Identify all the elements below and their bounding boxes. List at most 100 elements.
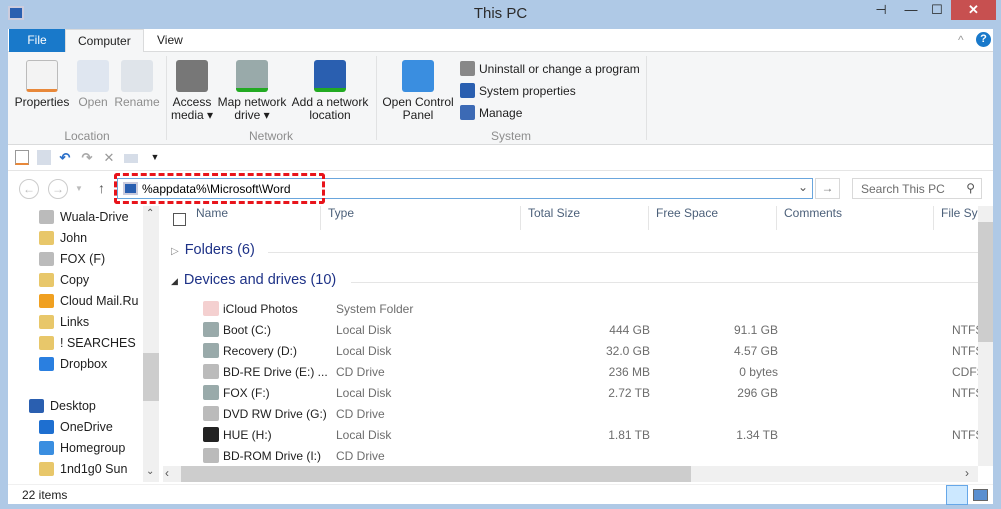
sidebar-item[interactable]: 1nd1g0 Sun bbox=[8, 458, 143, 479]
content-horizontal-scrollbar[interactable]: ‹ › bbox=[163, 466, 978, 482]
quick-access-toolbar: ↶ ↷ ✕ ▼ bbox=[8, 146, 993, 171]
drive-row[interactable]: HUE (H:) Local Disk 1.81 TB 1.34 TB NTFS bbox=[163, 424, 978, 445]
sidebar-item[interactable]: Dropbox bbox=[8, 353, 143, 374]
drive-row[interactable]: Recovery (D:) Local Disk 32.0 GB 4.57 GB… bbox=[163, 340, 978, 361]
tab-file[interactable]: File bbox=[9, 29, 65, 52]
drive-type: CD Drive bbox=[336, 407, 385, 421]
sidebar-item[interactable]: Desktop bbox=[8, 395, 143, 416]
rename-icon[interactable] bbox=[124, 154, 138, 163]
drive-name: BD-RE Drive (E:) ... bbox=[223, 365, 328, 379]
column-header[interactable]: Comments bbox=[784, 206, 842, 220]
scrollbar-thumb[interactable] bbox=[181, 466, 691, 482]
folder-icon bbox=[39, 314, 54, 329]
tab-view[interactable]: View bbox=[145, 29, 195, 52]
system-properties-button[interactable]: System properties bbox=[460, 83, 576, 98]
search-input[interactable]: Search This PC ⚲ bbox=[852, 178, 982, 199]
drive-row[interactable]: iCloud Photos System Folder bbox=[163, 298, 978, 319]
column-divider[interactable] bbox=[933, 206, 934, 230]
scroll-left-icon[interactable]: ‹ bbox=[165, 466, 169, 480]
collapse-ribbon-icon[interactable]: ^ bbox=[958, 33, 964, 47]
rename-button[interactable]: Rename bbox=[114, 60, 160, 109]
close-button[interactable]: ✕ bbox=[951, 0, 996, 20]
column-header[interactable]: Free Space bbox=[656, 206, 718, 220]
help-icon[interactable]: ? bbox=[976, 32, 991, 47]
drive-type: Local Disk bbox=[336, 428, 392, 442]
sidebar-item[interactable]: ! SEARCHES bbox=[8, 332, 143, 353]
drive-type: CD Drive bbox=[336, 365, 385, 379]
drive-row[interactable]: BD-ROM Drive (I:) CD Drive bbox=[163, 445, 978, 464]
collapse-icon[interactable]: ◢ bbox=[171, 276, 178, 286]
column-header[interactable]: Total Size bbox=[528, 206, 580, 220]
column-divider[interactable] bbox=[520, 206, 521, 230]
column-header[interactable]: Name bbox=[196, 206, 228, 220]
up-button[interactable]: ↑ bbox=[98, 180, 105, 196]
drive-row[interactable]: Boot (C:) Local Disk 444 GB 91.1 GB NTFS bbox=[163, 319, 978, 340]
delete-icon[interactable]: ✕ bbox=[102, 150, 116, 165]
total-size: 444 GB bbox=[609, 323, 650, 337]
rename-icon bbox=[121, 60, 153, 92]
manage-button[interactable]: Manage bbox=[460, 105, 522, 120]
add-network-location-button[interactable]: Add a network location bbox=[290, 60, 370, 122]
network-drive-icon bbox=[236, 60, 268, 92]
expand-icon[interactable]: ▷ bbox=[171, 246, 179, 257]
scroll-right-icon[interactable]: › bbox=[965, 466, 969, 480]
properties-button[interactable]: Properties bbox=[14, 60, 70, 109]
tab-computer[interactable]: Computer bbox=[65, 29, 144, 53]
pin-icon[interactable]: ⊣ bbox=[866, 0, 896, 20]
open-button[interactable]: Open bbox=[76, 60, 110, 109]
navigation-pane: Wuala-Drive John FOX (F) Copy Cloud Mail.Ru L… bbox=[8, 206, 143, 484]
uninstall-program-button[interactable]: Uninstall or change a program bbox=[460, 61, 640, 76]
select-all-checkbox[interactable] bbox=[173, 213, 186, 226]
content-vertical-scrollbar[interactable] bbox=[978, 206, 993, 466]
scrollbar-thumb[interactable] bbox=[978, 222, 993, 342]
ribbon-tabs: File Computer View ^ ? bbox=[8, 29, 993, 53]
sidebar-item[interactable]: Copy bbox=[8, 269, 143, 290]
drive-row[interactable]: FOX (F:) Local Disk 2.72 TB 296 GB NTFS bbox=[163, 382, 978, 403]
window-title: This PC bbox=[473, 5, 528, 22]
new-folder-icon[interactable] bbox=[37, 150, 51, 165]
open-control-panel-button[interactable]: Open Control Panel bbox=[382, 60, 454, 122]
group-devices[interactable]: ◢ Devices and drives (10) bbox=[171, 272, 336, 288]
column-divider[interactable] bbox=[776, 206, 777, 230]
sidebar-item[interactable]: OneDrive bbox=[8, 416, 143, 437]
column-header[interactable]: Type bbox=[328, 206, 354, 220]
drive-icon bbox=[203, 448, 219, 463]
drive-name: DVD RW Drive (G:) bbox=[223, 407, 327, 421]
drive-icon bbox=[203, 322, 219, 337]
column-header[interactable]: File Sy bbox=[941, 206, 978, 220]
scroll-up-icon[interactable]: ⌃ bbox=[146, 208, 154, 219]
address-dropdown-icon[interactable]: ⌄ bbox=[798, 180, 808, 194]
divider bbox=[166, 56, 167, 140]
details-view-button[interactable] bbox=[946, 485, 968, 505]
forward-button[interactable]: → bbox=[48, 179, 68, 199]
column-divider[interactable] bbox=[320, 206, 321, 230]
customize-toolbar-icon[interactable]: ▼ bbox=[148, 150, 162, 165]
sidebar-item[interactable]: FOX (F) bbox=[8, 248, 143, 269]
sidebar-item[interactable]: Homegroup bbox=[8, 437, 143, 458]
total-size: 236 MB bbox=[608, 365, 650, 379]
drive-row[interactable]: BD-RE Drive (E:) ... CD Drive 236 MB 0 b… bbox=[163, 361, 978, 382]
map-network-drive-button[interactable]: Map network drive ▾ bbox=[216, 60, 288, 122]
column-divider[interactable] bbox=[648, 206, 649, 230]
properties-icon[interactable] bbox=[15, 150, 29, 165]
sidebar-item[interactable]: Links bbox=[8, 311, 143, 332]
group-divider bbox=[268, 252, 978, 253]
maximize-button[interactable]: ☐ bbox=[922, 0, 952, 20]
redo-icon[interactable]: ↷ bbox=[80, 150, 94, 165]
sidebar-item[interactable]: John bbox=[8, 227, 143, 248]
sidebar-item[interactable]: Wuala-Drive bbox=[8, 206, 143, 227]
nav-pane-scrollbar[interactable]: ⌃ ⌄ bbox=[143, 206, 159, 482]
group-folders[interactable]: ▷ Folders (6) bbox=[171, 242, 255, 258]
scroll-down-icon[interactable]: ⌄ bbox=[146, 466, 154, 477]
undo-icon[interactable]: ↶ bbox=[58, 150, 72, 165]
drive-row[interactable]: DVD RW Drive (G:) CD Drive bbox=[163, 403, 978, 424]
go-button[interactable]: → bbox=[815, 178, 840, 199]
sidebar-item[interactable]: Cloud Mail.Ru bbox=[8, 290, 143, 311]
scrollbar-thumb[interactable] bbox=[143, 353, 159, 401]
properties-icon bbox=[26, 60, 58, 92]
back-button[interactable]: ← bbox=[19, 179, 39, 199]
drive-icon bbox=[203, 406, 219, 421]
access-media-button[interactable]: Access media ▾ bbox=[170, 60, 214, 122]
large-icons-view-button[interactable] bbox=[973, 489, 988, 501]
recent-locations-icon[interactable]: ▼ bbox=[75, 184, 83, 193]
